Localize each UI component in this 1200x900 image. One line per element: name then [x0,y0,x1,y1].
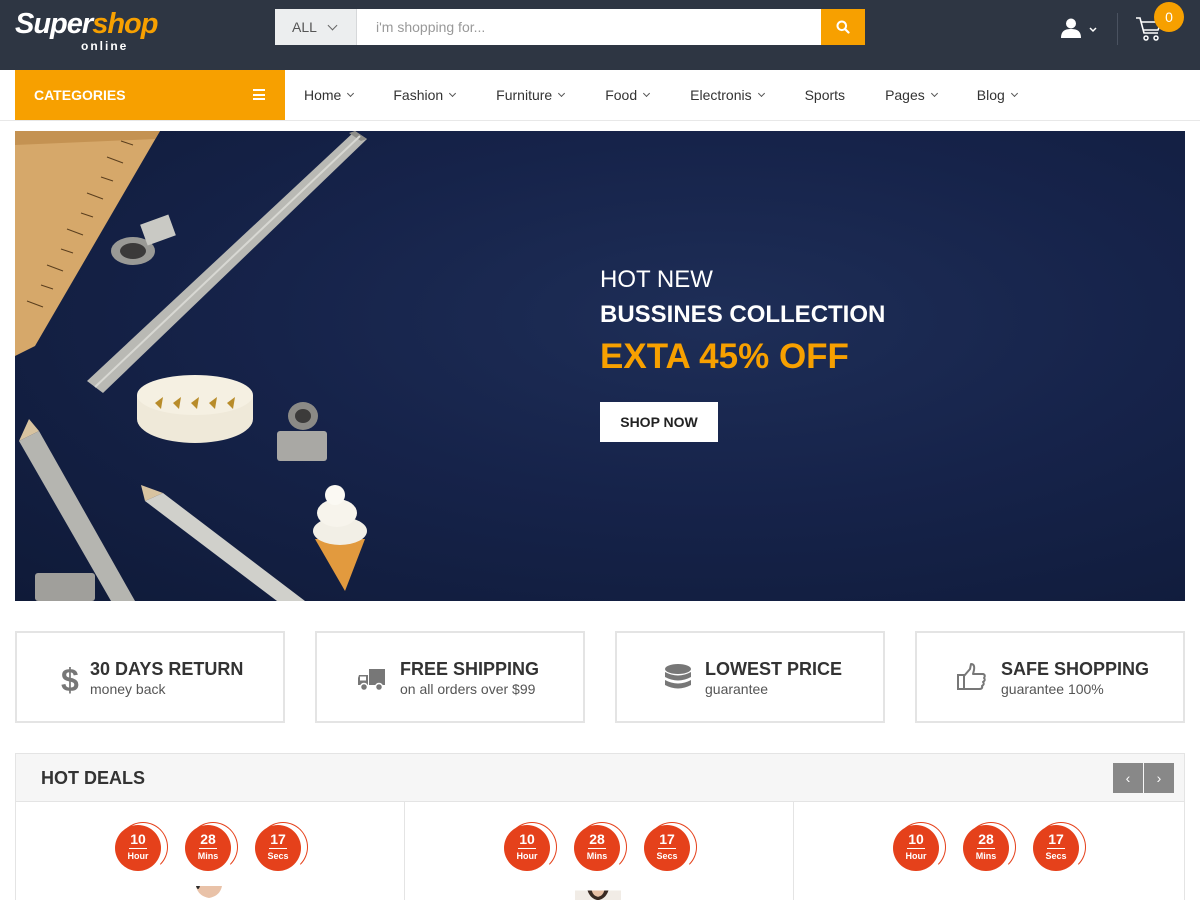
nav-item-fashion[interactable]: Fashion [393,70,457,120]
nav-item-furniture[interactable]: Furniture [496,70,566,120]
nav-item-pages[interactable]: Pages [885,70,938,120]
chevron-down-icon [1010,89,1018,98]
search-category-label: ALL [292,19,317,35]
binder-clip-illustration [35,573,95,601]
washi-tape-illustration [137,375,253,443]
hero-discount: EXTA 45% OFF [600,337,849,376]
countdown-seconds: 17 Secs [255,822,308,872]
main-navigation: CATEGORIES Home Fashion Furniture Food E… [0,70,1200,121]
cart-button[interactable]: 0 [1134,2,1184,44]
section-title: HOT DEALS [41,768,146,788]
carousel-prev-button[interactable]: ‹ [1113,763,1143,793]
binder-clip-illustration [111,214,176,265]
deal-card[interactable]: 10 Hour 28 Mins 17 Secs [405,802,794,900]
carousel-next-button[interactable]: › [1144,763,1174,793]
header-divider [1117,13,1118,45]
countdown-hours: 10 Hour [115,822,168,872]
search-input[interactable] [357,9,821,45]
truck-icon [358,669,385,692]
deal-card[interactable]: 10 Hour 28 Mins 17 Secs [16,802,405,900]
site-logo[interactable]: Supershop online [15,8,158,53]
nav-item-electronics[interactable]: Electronis [690,70,765,120]
countdown-hours: 10 Hour [504,822,557,872]
chevron-down-icon [558,89,566,98]
hero-headline: HOT NEW [600,266,713,293]
feature-title: LOWEST PRICE [705,659,843,679]
search-bar: ALL [275,9,865,45]
hot-deals-header: HOT DEALS ‹ › [16,754,1184,802]
categories-label: CATEGORIES [34,87,126,103]
logo-tagline: online [81,39,129,53]
feature-box-return: $ 30 DAYS RETURN money back [15,631,285,723]
search-category-select[interactable]: ALL [275,9,357,45]
categories-button[interactable]: CATEGORIES [15,70,285,120]
chevron-down-icon [757,89,765,98]
binder-clip-illustration [277,402,327,461]
hot-deals-section: HOT DEALS ‹ › 10 Hour 28 Mins 17 Secs 10 Hou… [15,753,1185,900]
hero-banner[interactable]: HOT NEW BUSSINES COLLECTION EXTA 45% OFF… [15,131,1185,601]
feature-subtitle: on all orders over $99 [400,681,536,697]
feature-title: 30 DAYS RETURN [90,659,244,679]
feature-subtitle: guarantee 100% [1001,681,1104,697]
countdown-seconds: 17 Secs [644,822,697,872]
nav-item-food[interactable]: Food [605,70,651,120]
search-icon [836,20,850,34]
countdown-hours: 10 Hour [893,822,946,872]
feature-subtitle: money back [90,681,166,697]
feature-box-shipping: FREE SHIPPING on all orders over $99 [315,631,585,723]
user-account-menu[interactable] [1060,14,1104,42]
chevron-down-icon [347,89,355,98]
dollar-icon: $ [61,662,79,695]
deal-card[interactable]: 10 Hour 28 Mins 17 Secs [794,802,1183,900]
chevron-down-icon [1089,27,1097,33]
product-image [190,886,222,898]
cart-count-badge: 0 [1154,2,1184,32]
nav-item-home[interactable]: Home [304,70,355,120]
feature-subtitle: guarantee [705,681,769,697]
nav-item-blog[interactable]: Blog [977,70,1018,120]
hero-subheadline: BUSSINES COLLECTION [600,301,886,328]
menu-icon [253,89,265,100]
user-icon [1061,18,1081,38]
svg-text:$: $ [61,662,79,695]
countdown-minutes: 28 Mins [574,822,627,872]
search-button[interactable] [821,9,865,45]
ice-cream-eraser-illustration [313,485,367,591]
top-header: Supershop online ALL i'm shopping for...… [0,0,1200,70]
nav-menu: Home Fashion Furniture Food Electronis S… [285,70,1018,120]
countdown-seconds: 17 Secs [1033,822,1086,872]
feature-box-safe: SAFE SHOPPING guarantee 100% [915,631,1185,723]
chevron-down-icon [449,89,457,98]
chevron-down-icon [930,89,938,98]
feature-title: SAFE SHOPPING [1001,659,1150,679]
shop-now-button[interactable]: SHOP NOW [600,402,718,442]
product-image [575,890,621,900]
logo-text: Supershop [15,8,158,40]
hero-stationery-image [15,131,367,601]
countdown-minutes: 28 Mins [963,822,1016,872]
countdown-minutes: 28 Mins [185,822,238,872]
nav-item-sports[interactable]: Sports [805,70,845,120]
chevron-down-icon [327,20,338,30]
feature-title: FREE SHIPPING [400,659,540,679]
thumbs-up-icon [957,663,986,690]
database-icon [665,664,691,689]
chevron-down-icon [643,89,651,98]
feature-box-price: LOWEST PRICE guarantee [615,631,885,723]
